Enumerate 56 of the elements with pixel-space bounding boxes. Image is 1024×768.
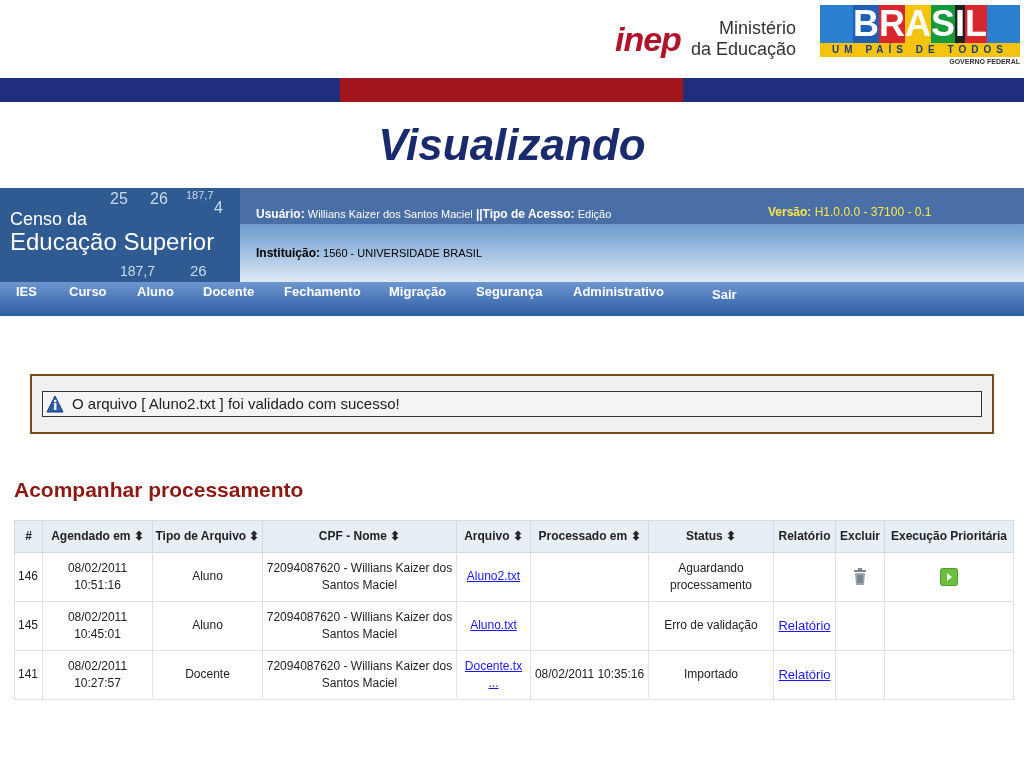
menu-item[interactable]: Aluno (137, 282, 174, 302)
menu-item[interactable]: Migração (389, 282, 447, 302)
banner-number: 26 (190, 263, 207, 278)
section-title: Acompanhar processamento (14, 478, 304, 501)
institution-info: Instituição: 1560 - UNIVERSIDADE BRASIL (256, 247, 483, 259)
menu-item[interactable]: Curso (69, 282, 107, 302)
table-cell: 08/02/2011 10:27:57 (42, 650, 153, 699)
brasil-logo-word: BRASIL (820, 5, 1020, 43)
success-message: O arquivo [ Aluno2.txt ] foi validado com sucesso! (72, 393, 400, 414)
menu-item[interactable]: IES (16, 282, 37, 302)
table-cell: 72094087620 - Willians Kaizer dos Santos Maciel (262, 650, 457, 699)
column-header[interactable]: Status ⬍ (648, 520, 774, 552)
table-cell: 141 (14, 650, 43, 699)
table-cell: Docente (152, 650, 263, 699)
banner-number: 187,7 (120, 264, 156, 278)
column-header[interactable]: Arquivo ⬍ (456, 520, 531, 552)
trash-icon[interactable] (854, 568, 866, 586)
column-header[interactable]: Relatório (773, 520, 836, 552)
table-cell: 145 (14, 601, 43, 650)
table-cell: Aluno (152, 601, 263, 650)
table-cell: Aguardando processamento (648, 552, 774, 601)
banner-number: 26 (150, 191, 168, 207)
ministry-logo: Ministério da Educação (690, 18, 796, 60)
menu-item[interactable]: Sair (712, 285, 737, 305)
table-cell: Erro de validação (648, 601, 774, 650)
table-cell: Aluno (152, 552, 263, 601)
user-info: Usuário: Willians Kaizer dos Santos Maciel ||Tipo de Acesso: Edição (256, 206, 612, 223)
column-header[interactable]: Agendado em ⬍ (42, 520, 153, 552)
info-icon (46, 395, 64, 413)
table-cell: 72094087620 - Willians Kaizer dos Santos Maciel (262, 552, 457, 601)
column-header[interactable]: Processado em ⬍ (530, 520, 649, 552)
column-header[interactable]: CPF - Nome ⬍ (262, 520, 457, 552)
table-cell: Importado (648, 650, 774, 699)
slide-title: Visualizando (378, 119, 646, 171)
brand-line: Educação Superior (10, 230, 215, 254)
table-cell: 08/02/2011 10:51:16 (42, 552, 153, 601)
slogan-bar: UM PAÍS DE TODOS (820, 43, 1020, 57)
play-icon[interactable] (940, 567, 958, 586)
banner-number: 4 (214, 200, 223, 216)
table-cell: 08/02/2011 10:35:16 (534, 667, 645, 681)
version-info: Versão: H1.0.0.0 - 37100 - 0.1 (768, 205, 932, 219)
brand-line: Censo da (10, 210, 88, 228)
banner-number: 25 (110, 191, 128, 207)
column-header[interactable]: Tipo de Arquivo ⬍ (152, 520, 263, 552)
table-cell: 08/02/2011 10:45:01 (42, 601, 153, 650)
menu-item[interactable]: Segurança (476, 282, 543, 302)
column-header[interactable]: Excluir (835, 520, 885, 552)
inep-logo: inep (615, 22, 681, 56)
menu-item[interactable]: Fechamento (284, 282, 361, 302)
column-header[interactable]: Execução Prioritária (884, 520, 1014, 552)
table-cell: 146 (14, 552, 43, 601)
column-header[interactable]: # (14, 520, 43, 552)
table-cell: 72094087620 - Willians Kaizer dos Santos Maciel (262, 601, 457, 650)
menu-item[interactable]: Administrativo (573, 282, 664, 302)
menu-item[interactable]: Docente (203, 282, 255, 302)
banner-number: 187,7 (186, 190, 214, 201)
